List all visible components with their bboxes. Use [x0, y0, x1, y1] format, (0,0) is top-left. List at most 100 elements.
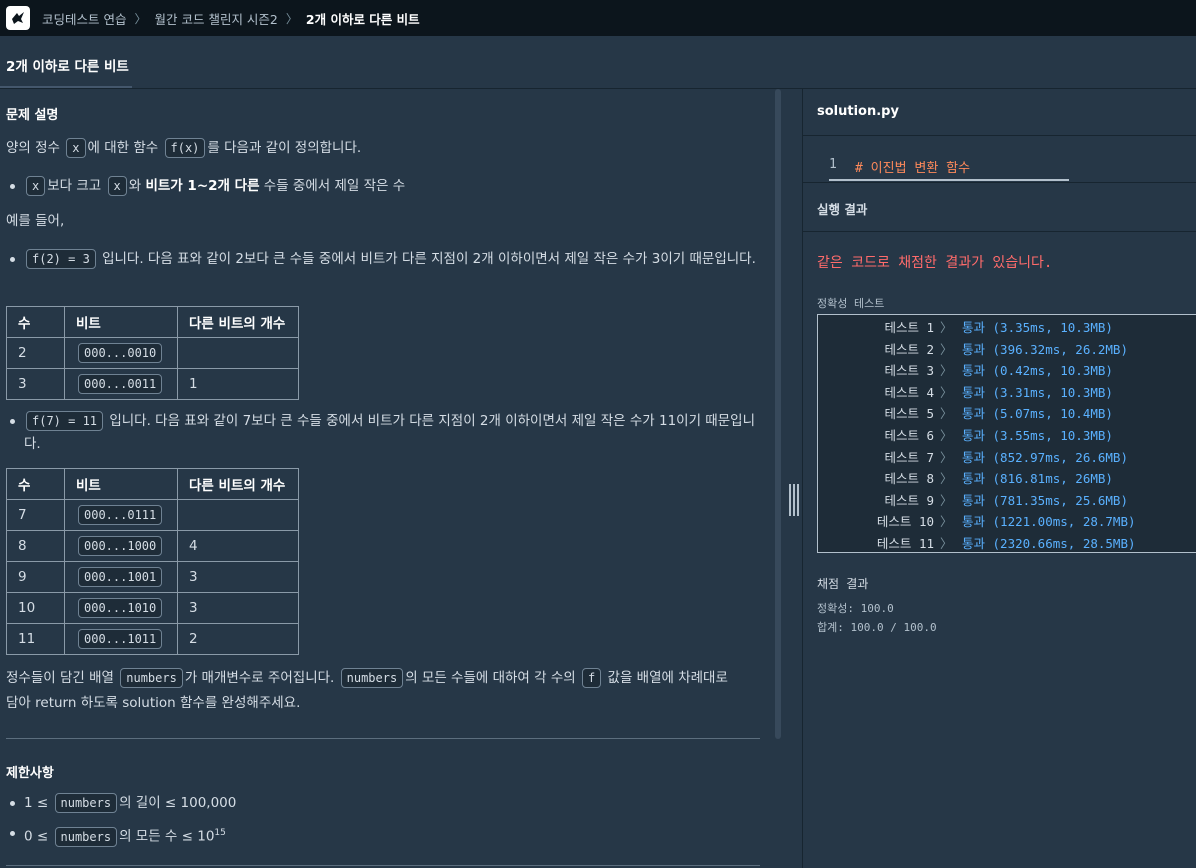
run-result-header: 실행 결과: [803, 184, 1196, 232]
test-result: 통과 (3.35ms, 10.3MB): [962, 320, 1113, 335]
chevron-right-icon: 〉: [940, 450, 953, 465]
programmers-logo-icon[interactable]: [6, 6, 30, 30]
code-bits: 000...0011: [78, 374, 163, 394]
header-num: 수: [6, 306, 65, 338]
test-name: 테스트 1: [884, 320, 934, 335]
problem-heading: 문제 설명: [6, 108, 59, 123]
breadcrumb-coding-test[interactable]: 코딩테스트 연습: [42, 9, 126, 28]
example-2: f(7) = 11 입니다. 다음 표와 같이 7보다 큰 수들 중에서 비트가…: [10, 410, 764, 456]
test-name: 테스트 5: [884, 406, 934, 421]
test-name: 테스트 11: [876, 536, 934, 551]
test-row[interactable]: 테스트 4 〉 통과 (3.31ms, 10.3MB): [818, 382, 1196, 403]
task-part: 의 모든 수들에 대하여 각 수의: [405, 670, 576, 686]
intro-text: 양의 정수 x에 대한 함수 f(x) 를 다음과 같이 정의합니다.: [6, 136, 361, 161]
test-result: 통과 (852.97ms, 26.6MB): [962, 450, 1128, 465]
title-bar: 2개 이하로 다른 비트: [0, 36, 1196, 89]
constraint-item: 0 ≤ numbers 의 모든 수 ≤ 1015: [10, 822, 764, 849]
code-bits: 000...1011: [78, 629, 163, 649]
test-row[interactable]: 테스트 10 〉 통과 (1221.00ms, 28.7MB): [818, 511, 1196, 532]
constraint-part: 0 ≤: [24, 828, 49, 845]
test-row[interactable]: 테스트 7 〉 통과 (852.97ms, 26.6MB): [818, 447, 1196, 468]
code-fx: f(x): [164, 138, 206, 158]
chevron-right-icon: 〉: [940, 320, 953, 335]
chevron-right-icon: 〉: [285, 11, 298, 26]
test-results-box: 테스트 1 〉 통과 (3.35ms, 10.3MB) 테스트 2 〉 통과 (396.…: [817, 314, 1196, 553]
exponent: 15: [214, 828, 226, 838]
task-part: 값을 배열에 차례대로: [607, 670, 728, 686]
cell-bits: 000...1001: [64, 561, 178, 593]
accuracy-score: 정확성: 100.0: [817, 602, 894, 615]
breadcrumb-season[interactable]: 월간 코드 챌린지 시즌2: [155, 9, 278, 28]
test-row[interactable]: 테스트 5 〉 통과 (5.07ms, 10.4MB): [818, 403, 1196, 424]
test-name: 테스트 4: [884, 385, 934, 400]
chevron-right-icon: 〉: [940, 363, 953, 378]
table-row: 9 000...1001 3: [6, 561, 299, 593]
cell-diff: [177, 337, 299, 369]
table-row: 2 000...0010: [6, 337, 299, 369]
test-name: 테스트 8: [884, 471, 934, 486]
code-comment: # 이진법 변환 함수: [855, 161, 971, 176]
task-part: 가 매개변수로 주어집니다.: [184, 670, 335, 686]
chevron-right-icon: 〉: [940, 406, 953, 421]
cell-bits: 000...0111: [64, 499, 178, 531]
task-part: 담아 return 하도록 solution 함수를 완성해주세요.: [6, 695, 301, 711]
code-line-clipped: [829, 177, 1079, 181]
scrollbar-thumb[interactable]: [775, 89, 781, 739]
test-row[interactable]: 테스트 1 〉 통과 (3.35ms, 10.3MB): [818, 317, 1196, 338]
test-result: 통과 (3.55ms, 10.3MB): [962, 428, 1113, 443]
divider-line: [6, 738, 760, 739]
test-row[interactable]: 테스트 9 〉 통과 (781.35ms, 25.6MB): [818, 490, 1196, 511]
top-nav: 코딩테스트 연습 〉 월간 코드 챌린지 시즌2 〉 2개 이하로 다른 비트: [0, 0, 1196, 36]
test-name: 테스트 7: [884, 450, 934, 465]
rule-part: 보다 크고: [47, 178, 102, 194]
intro-part: 를 다음과 같이 정의합니다.: [207, 140, 362, 156]
example-2-text: 입니다. 다음 표와 같이 7보다 큰 수들 중에서 비트가 다른 지점이 2개…: [24, 413, 755, 452]
warning-message: 같은 코드로 채점한 결과가 있습니다.: [817, 255, 1053, 271]
cell-num: 11: [6, 623, 65, 655]
test-row[interactable]: 테스트 6 〉 통과 (3.55ms, 10.3MB): [818, 425, 1196, 446]
chevron-right-icon: 〉: [940, 385, 953, 400]
table-example-1: 수 비트 다른 비트의 개수 2 000...0010 3 000...0011…: [6, 306, 299, 400]
table-example-2: 수 비트 다른 비트의 개수 7 000...0111 8 000...1000…: [6, 468, 299, 655]
constraint-part: 의 모든 수 ≤ 10: [119, 828, 215, 845]
rule-part: 수들 중에서 제일 작은 수: [263, 178, 406, 194]
cell-bits: 000...0010: [64, 337, 178, 369]
run-result-title: 실행 결과: [817, 202, 868, 217]
table-header-row: 수 비트 다른 비트의 개수: [6, 306, 299, 338]
test-name: 테스트 6: [884, 428, 934, 443]
test-result: 통과 (2320.66ms, 28.5MB): [962, 536, 1136, 551]
problem-description: 문제 설명 양의 정수 x에 대한 함수 f(x) 를 다음과 같이 정의합니다.…: [0, 89, 774, 868]
code-bits: 000...0010: [78, 343, 163, 363]
test-row[interactable]: 테스트 8 〉 통과 (816.81ms, 26MB): [818, 468, 1196, 489]
test-result: 통과 (0.42ms, 10.3MB): [962, 363, 1113, 378]
chevron-right-icon: 〉: [940, 493, 953, 508]
code-bits: 000...1000: [78, 536, 163, 556]
total-score: 합계: 100.0 / 100.0: [817, 621, 937, 634]
code-bits: 000...1001: [78, 567, 163, 587]
pane-resize-handle[interactable]: [782, 89, 802, 868]
drag-grip-icon[interactable]: [789, 484, 799, 516]
intro-part: 에 대한 함수: [87, 140, 159, 156]
breadcrumb-current: 2개 이하로 다른 비트: [305, 11, 420, 27]
grading-result-label: 채점 결과: [817, 577, 869, 591]
header-diff: 다른 비트의 개수: [177, 468, 299, 500]
chevron-right-icon: 〉: [940, 514, 953, 529]
test-row[interactable]: 테스트 11 〉 통과 (2320.66ms, 28.5MB): [818, 533, 1196, 554]
code-bits: 000...0111: [78, 505, 163, 525]
cell-diff: 3: [177, 561, 299, 593]
accuracy-test-label: 정확성 테스트: [817, 297, 885, 310]
code-numbers: numbers: [340, 668, 404, 688]
test-row[interactable]: 테스트 2 〉 통과 (396.32ms, 26.2MB): [818, 339, 1196, 360]
title-underline: [0, 86, 132, 88]
cell-num: 9: [6, 561, 65, 593]
test-result: 통과 (816.81ms, 26MB): [962, 471, 1113, 486]
table-row: 10 000...1010 3: [6, 592, 299, 624]
code-f7: f(7) = 11: [26, 411, 104, 431]
test-row[interactable]: 테스트 3 〉 통과 (0.42ms, 10.3MB): [818, 360, 1196, 381]
header-bits: 비트: [64, 306, 178, 338]
test-result: 통과 (5.07ms, 10.4MB): [962, 406, 1113, 421]
code-editor[interactable]: 1 # 이진법 변환 함수: [803, 137, 1196, 183]
editor-header: solution.py: [803, 89, 1196, 136]
code-numbers: numbers: [54, 826, 118, 847]
filename-tab[interactable]: solution.py: [817, 104, 899, 119]
